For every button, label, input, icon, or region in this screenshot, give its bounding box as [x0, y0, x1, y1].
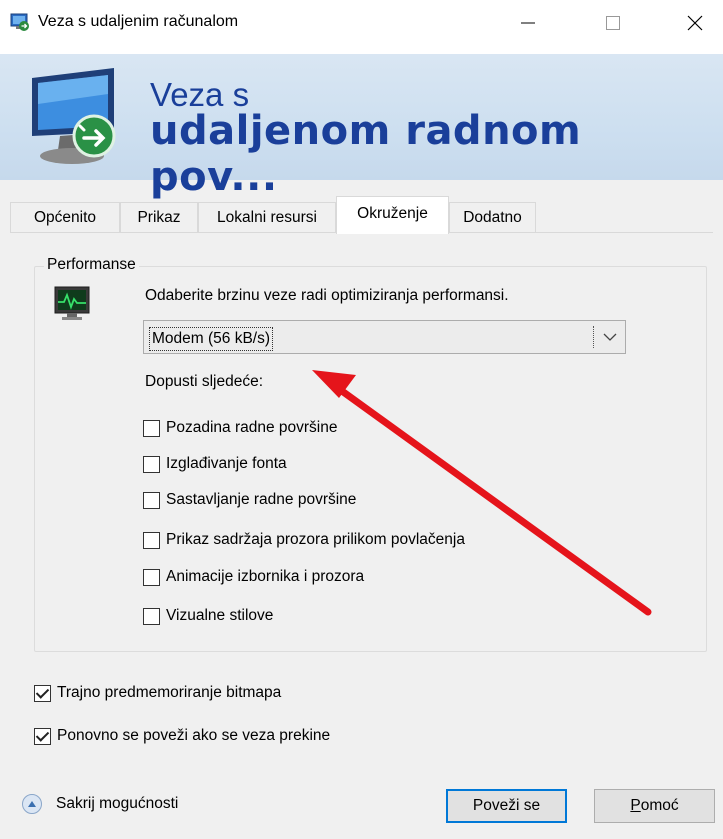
maximize-button[interactable] [585, 0, 641, 46]
checkbox[interactable] [143, 491, 160, 509]
banner-title-line2: udaljenom radnom pov... [150, 108, 582, 200]
performance-description: Odaberite brzinu veze radi optimiziranja… [145, 287, 509, 304]
performance-group-label: Performanse [44, 256, 139, 274]
chevron-down-icon[interactable] [595, 321, 625, 353]
checkbox-label: Sastavljanje radne površine [166, 491, 357, 508]
banner: Veza s udaljenom radnom pov... [0, 46, 723, 200]
option-menu-animations[interactable]: Animacije izbornika i prozora [143, 565, 364, 589]
checkbox-label: Izglađivanje fonta [166, 455, 287, 472]
checkbox-label: Trajno predmemoriranje bitmapa [57, 684, 282, 701]
checkbox[interactable] [143, 455, 160, 473]
checkbox[interactable] [143, 419, 160, 437]
connection-speed-select[interactable]: Modem (56 kB/s) [143, 320, 626, 354]
option-font-smoothing[interactable]: Izglađivanje fonta [143, 452, 287, 476]
tab-general[interactable]: Općenito [10, 202, 120, 232]
maximize-icon [606, 16, 620, 30]
help-button[interactable]: Pomoć [594, 789, 715, 823]
tab-experience[interactable]: Okruženje [336, 196, 449, 234]
checkbox[interactable] [143, 607, 160, 625]
checkbox-label: Vizualne stilove [166, 607, 274, 624]
checkbox-label: Pozadina radne površine [166, 419, 338, 436]
window-title: Veza s udaljenim računalom [38, 13, 239, 30]
close-icon [687, 15, 703, 31]
option-desktop-background[interactable]: Pozadina radne površine [143, 416, 337, 440]
option-window-contents-drag[interactable]: Prikaz sadržaja prozora prilikom povlače… [143, 528, 465, 552]
title-bar: Veza s udaljenim računalom [0, 0, 723, 46]
hide-options-label: Sakrij mogućnosti [56, 795, 179, 812]
help-label-rest: omoć [640, 797, 679, 814]
checkbox-checked[interactable] [34, 684, 51, 702]
checkbox-label: Prikaz sadržaja prozora prilikom povlače… [166, 531, 465, 548]
chevron-up-icon[interactable] [22, 794, 42, 814]
help-mnemonic: P [630, 797, 641, 814]
checkbox-label: Animacije izbornika i prozora [166, 568, 365, 585]
tab-advanced[interactable]: Dodatno [449, 202, 536, 232]
checkbox[interactable] [143, 531, 160, 549]
minimize-button[interactable] [500, 0, 556, 46]
performance-monitor-icon [54, 286, 90, 320]
remote-desktop-monitor-icon [32, 68, 116, 164]
remote-desktop-icon [10, 13, 29, 31]
tab-display[interactable]: Prikaz [120, 202, 198, 232]
checkbox-checked[interactable] [34, 727, 51, 745]
close-button[interactable] [667, 0, 723, 46]
tab-local-resources[interactable]: Lokalni resursi [198, 202, 336, 232]
allow-following-label: Dopusti sljedeće: [145, 373, 264, 390]
checkbox-label: Ponovno se poveži ako se veza prekine [57, 727, 331, 744]
minimize-icon [521, 22, 535, 24]
option-desktop-composition[interactable]: Sastavljanje radne površine [143, 488, 356, 512]
connection-speed-value: Modem (56 kB/s) [149, 327, 274, 351]
option-reconnect[interactable]: Ponovno se poveži ako se veza prekine [34, 724, 330, 748]
hide-options-toggle[interactable]: Sakrij mogućnosti [22, 794, 178, 814]
connect-button[interactable]: Poveži se [446, 789, 567, 823]
option-visual-styles[interactable]: Vizualne stilove [143, 604, 273, 628]
checkbox[interactable] [143, 568, 160, 586]
option-persistent-bitmap-caching[interactable]: Trajno predmemoriranje bitmapa [34, 681, 281, 705]
